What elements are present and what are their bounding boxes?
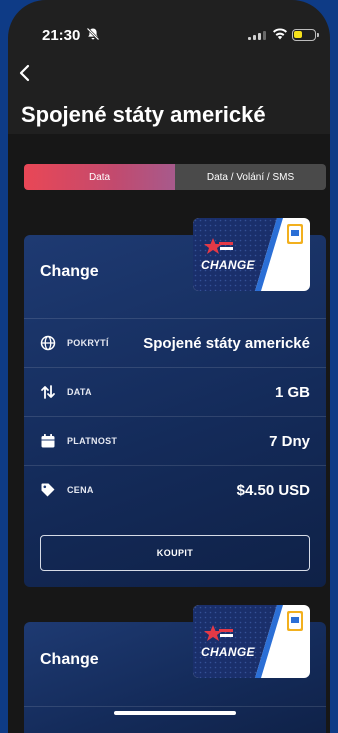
price-row: CENA $4.50 USD — [24, 465, 326, 514]
battery-low-icon — [292, 29, 319, 41]
data-row: DATA 1 GB — [24, 367, 326, 416]
change-logo: CHANGE — [193, 218, 310, 291]
coverage-row: POKRYTÍ Spojené státy americké — [24, 318, 326, 367]
logo-text: CHANGE — [201, 645, 255, 659]
phone-screen: 21:30 Spojené státy americké Data Data /… — [8, 0, 330, 733]
content-area: Data Data / Volání / SMS Change CHANGE P… — [8, 134, 330, 733]
calendar-icon — [41, 434, 55, 448]
change-logo: CHANGE — [193, 605, 310, 678]
plan-details: POKRYTÍ Spojené státy americké DATA 1 GB — [24, 318, 326, 514]
chevron-left-icon[interactable] — [14, 62, 36, 84]
status-time: 21:30 — [42, 27, 81, 44]
coverage-value: Spojené státy americké — [143, 334, 310, 352]
data-value: 1 GB — [274, 383, 310, 401]
data-label: DATA — [67, 387, 92, 397]
tab-data-calls-sms[interactable]: Data / Volání / SMS — [175, 164, 326, 190]
globe-icon — [40, 335, 56, 351]
cellular-signal-icon — [248, 31, 266, 40]
divider — [24, 706, 326, 707]
home-indicator[interactable] — [114, 711, 236, 715]
plan-name: Change — [40, 651, 99, 668]
validity-label: PLATNOST — [67, 436, 118, 446]
wifi-icon — [273, 28, 287, 40]
plan-card: Change — [24, 218, 326, 587]
price-value: $4.50 USD — [236, 481, 310, 499]
coverage-label: POKRYTÍ — [67, 338, 109, 348]
plan-card: Change — [24, 605, 326, 733]
validity-row: PLATNOST 7 Dny — [24, 416, 326, 465]
page-title: Spojené státy americké — [21, 102, 266, 127]
price-tag-icon — [41, 483, 55, 497]
plan-type-tabs: Data Data / Volání / SMS — [24, 164, 326, 190]
price-label: CENA — [67, 485, 94, 495]
validity-value: 7 Dny — [269, 432, 310, 450]
bell-slash-icon — [86, 27, 100, 41]
logo-text: CHANGE — [201, 258, 255, 272]
buy-button[interactable]: KOUPIT — [40, 535, 310, 571]
arrows-up-down-icon — [41, 385, 55, 399]
plan-name: Change — [40, 263, 99, 280]
tab-data[interactable]: Data — [24, 164, 175, 190]
